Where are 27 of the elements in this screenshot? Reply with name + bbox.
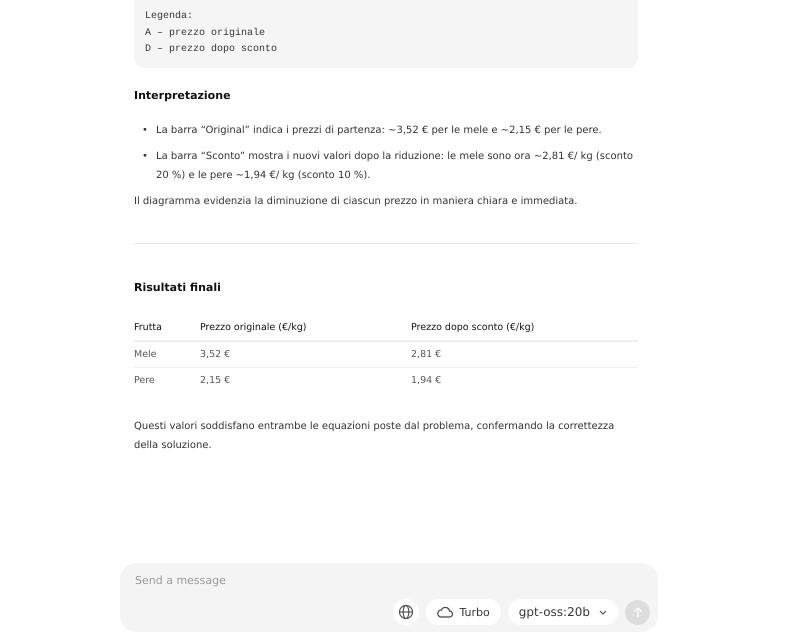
- chevron-icon: [599, 610, 607, 614]
- table-cell: 2,81 €: [411, 340, 638, 367]
- section-heading: Risultati finali: [134, 280, 222, 294]
- code-line: Legenda:: [145, 10, 194, 24]
- bullet-marker: •: [142, 150, 149, 164]
- bullet-text: La barra “Sconto” mostra i nuovi valori dopo la riduzione: le mele sono ora ~2,81 €/ kg (sconto 20 %) e le pere ~1,94 €/ kg (sconto 10 %).: [156, 150, 634, 182]
- table-cell: 3,52 €: [200, 340, 411, 367]
- cloud-icon: [437, 606, 454, 618]
- table-cell: 1,94 €: [411, 367, 638, 392]
- column-header: Prezzo dopo sconto (€/kg): [411, 314, 638, 340]
- globe-icon[interactable]: [393, 599, 420, 625]
- column-header: Frutta: [134, 314, 200, 340]
- paragraph: Questi valori soddisfano entrambe le equazioni poste dal problema, confermando la correttezza della soluzione.: [134, 420, 616, 452]
- model-selector[interactable]: gpt-oss:20b: [508, 599, 618, 625]
- section-heading: Interpretazione: [134, 88, 232, 102]
- message-field[interactable]: Send a message: [133, 573, 537, 588]
- code-line: A – prezzo originale: [145, 26, 266, 40]
- table-cell: 2,15 €: [200, 367, 411, 392]
- paragraph: Il diagramma evidenzia la diminuzione di ciascun prezzo in maniera chiara e immediata.: [134, 194, 578, 208]
- turbo-button[interactable]: Turbo: [426, 599, 501, 625]
- code-line: D – prezzo dopo sconto: [145, 42, 278, 57]
- table-cell: Mele: [134, 340, 200, 367]
- bullet-marker: •: [142, 124, 149, 138]
- column-header: Prezzo originale (€/kg): [200, 314, 411, 340]
- bullet-text: La barra “Original” indica i prezzi di partenza: ~3,52 € per le mele e ~2,15 € per le pere.: [156, 124, 602, 138]
- arrow-up-icon: [632, 606, 642, 618]
- table-cell: Pere: [134, 367, 200, 392]
